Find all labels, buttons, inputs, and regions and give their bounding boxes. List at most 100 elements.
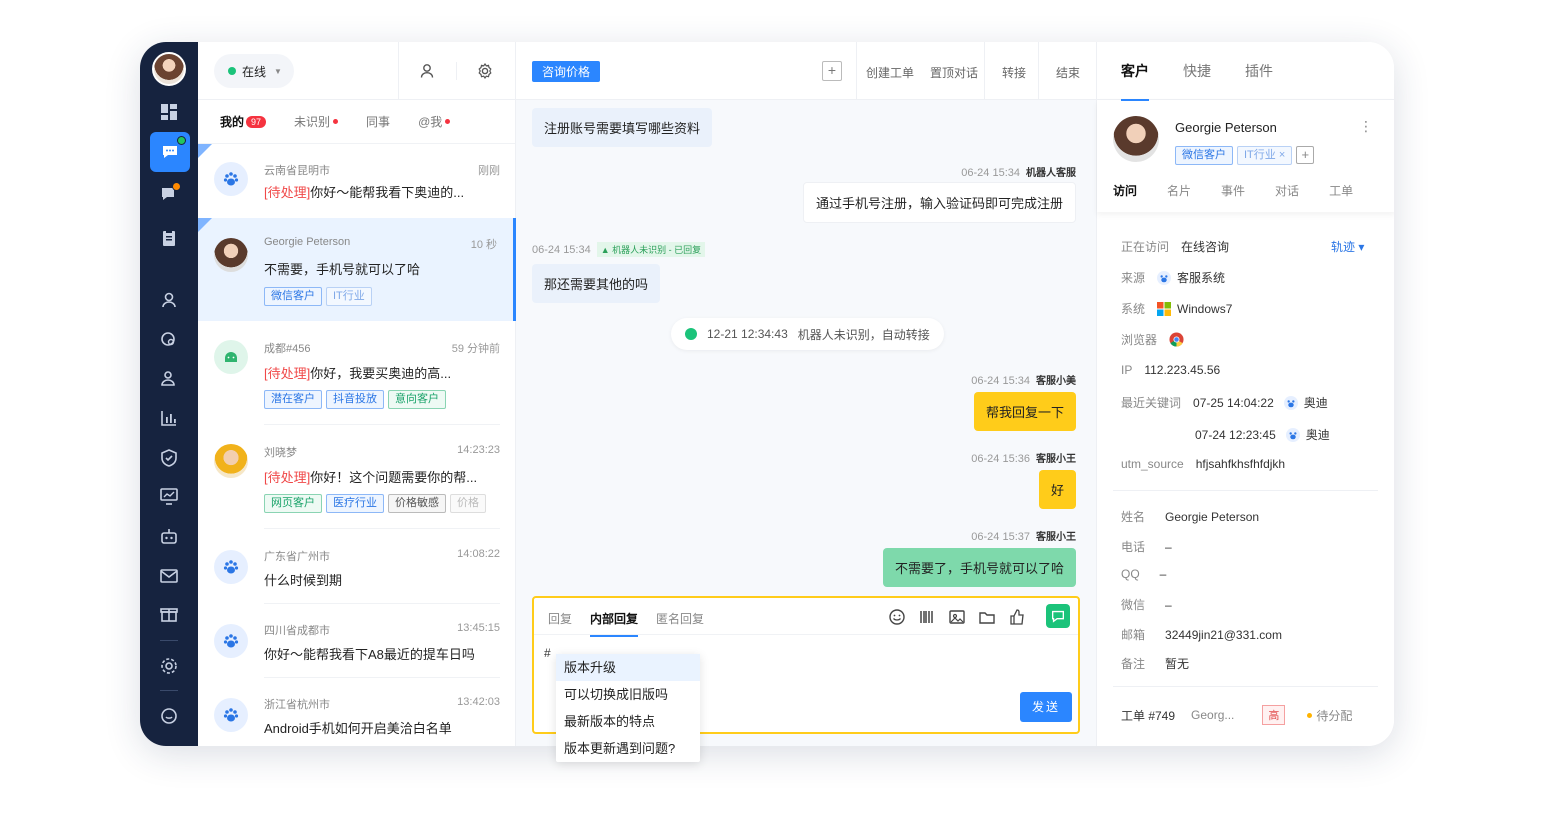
keyword-entry: 07-24 12:23:45 奥迪 xyxy=(1195,426,1330,443)
conversation-item[interactable]: 云南省昆明市 刚刚 [待处理]你好～能帮我看下奥迪的... xyxy=(198,144,516,218)
status-dropdown[interactable]: 在线 ▼ xyxy=(214,54,294,88)
thumbs-up-icon[interactable] xyxy=(1008,608,1026,626)
transfer-button[interactable]: 转接 xyxy=(1002,64,1026,81)
tab-anonymous-reply[interactable]: 匿名回复 xyxy=(656,610,704,637)
profile-name[interactable]: Georgie Peterson xyxy=(1165,510,1259,524)
suggestion-item[interactable]: 最新版本的特点 xyxy=(556,708,700,735)
settings-icon[interactable] xyxy=(476,62,494,80)
add-tag-button[interactable]: + xyxy=(1296,146,1315,164)
info-label: 浏览器 xyxy=(1121,333,1158,347)
ticket-row[interactable]: 工单 #749 Georg... 高 待分配 xyxy=(1121,705,1352,725)
message-alert-icon[interactable] xyxy=(153,178,185,210)
tab-reply[interactable]: 回复 xyxy=(548,610,572,637)
reply-input[interactable]: # xyxy=(544,646,551,660)
header-divider xyxy=(1038,42,1039,100)
keyword-row: 最近关键词 07-25 14:04:22 奥迪 xyxy=(1121,394,1328,411)
tab-conversations[interactable]: 对话 xyxy=(1275,182,1299,199)
tab-tickets[interactable]: 工单 xyxy=(1329,182,1353,199)
tab-plugins[interactable]: 插件 xyxy=(1245,61,1273,81)
add-topic-button[interactable]: + xyxy=(822,61,842,81)
chat-search-icon[interactable] xyxy=(153,324,185,356)
more-options-icon[interactable]: ⋮ xyxy=(1359,118,1373,135)
tab-internal-reply[interactable]: 内部回复 xyxy=(590,610,639,637)
barcode-icon[interactable] xyxy=(918,608,936,626)
browser-row: 浏览器 xyxy=(1121,331,1184,348)
track-dropdown[interactable]: 轨迹 ▾ xyxy=(1331,238,1364,255)
tab-label: 未识别 xyxy=(294,115,331,129)
quick-reply-icon[interactable] xyxy=(1046,604,1070,628)
tab-customer[interactable]: 客户 xyxy=(1121,61,1149,101)
mail-icon[interactable] xyxy=(153,560,185,592)
image-icon[interactable] xyxy=(948,608,966,626)
customer-tag[interactable]: 医疗行业 xyxy=(326,494,384,513)
message-text: 你好！这个问题需要你的帮... xyxy=(310,470,478,485)
suggestion-item[interactable]: 版本升级 xyxy=(556,654,700,681)
customer-tag[interactable]: 潜在客户 xyxy=(264,390,322,409)
dashboard-icon[interactable] xyxy=(153,96,185,128)
tab-mine[interactable]: 我的 97 xyxy=(220,113,267,130)
visiting-page-link[interactable]: 在线咨询 xyxy=(1181,238,1229,255)
visitor-name: Georgie Peterson xyxy=(264,236,351,248)
profile-email[interactable]: 32449jin21@331.com xyxy=(1165,628,1282,642)
tab-mentions[interactable]: @我 xyxy=(418,113,451,130)
send-button[interactable]: 发送 xyxy=(1020,692,1072,722)
conversation-list-panel: 在线 ▼ 我的 97 未识别 同事 @我 云南省昆明市 刚刚 [待处理]你好～能… xyxy=(198,42,516,746)
tab-visit[interactable]: 访问 xyxy=(1113,182,1137,199)
robot-icon[interactable] xyxy=(153,520,185,552)
suggestion-item[interactable]: 版本更新遇到问题? xyxy=(556,735,700,762)
agent-avatar[interactable] xyxy=(152,52,186,86)
user-icon[interactable] xyxy=(153,284,185,316)
customer-tag[interactable]: 微信客户 xyxy=(1175,146,1233,165)
tab-card[interactable]: 名片 xyxy=(1167,182,1191,199)
feedback-icon[interactable] xyxy=(153,700,185,732)
profile-phone[interactable]: – xyxy=(1165,540,1172,554)
suggestion-item[interactable]: 可以切换成旧版吗 xyxy=(556,681,700,708)
customer-tag[interactable]: IT行业 × xyxy=(1237,146,1293,165)
tab-shortcuts[interactable]: 快捷 xyxy=(1183,61,1211,81)
emoji-icon[interactable] xyxy=(888,608,906,626)
user-icon[interactable] xyxy=(418,62,436,80)
profile-wechat[interactable]: – xyxy=(1165,598,1172,612)
shield-icon[interactable] xyxy=(153,442,185,474)
settings-icon[interactable] xyxy=(153,650,185,682)
red-dot xyxy=(333,119,339,124)
clipboard-icon[interactable] xyxy=(153,222,185,254)
profile-qq[interactable]: – xyxy=(1160,567,1167,581)
conversation-item-selected[interactable]: Georgie Peterson 10 秒 不需要，手机号就可以了哈 微信客户 … xyxy=(198,218,516,321)
customer-tag[interactable]: 意向客户 xyxy=(388,390,446,409)
customer-name: Georgie Peterson xyxy=(1175,120,1277,135)
conversation-item[interactable]: 广东省广州市 14:08:22 什么时候到期 xyxy=(198,530,516,604)
keyword-row: 07-24 12:23:45 奥迪 xyxy=(1195,426,1330,443)
tab-unrecognized[interactable]: 未识别 xyxy=(294,113,339,130)
create-ticket-button[interactable]: 创建工单 xyxy=(866,64,914,81)
message-time: 06-24 15:36 xyxy=(971,453,1030,465)
folder-icon[interactable] xyxy=(978,608,996,626)
customer-tag[interactable]: 微信客户 xyxy=(264,287,322,306)
toolbar-divider xyxy=(456,62,457,80)
conversation-item[interactable]: 四川省成都市 13:45:15 你好～能帮我看下A8最近的提车日吗 xyxy=(198,604,516,678)
internal-message: 帮我回复一下 xyxy=(973,392,1076,431)
gift-icon[interactable] xyxy=(153,598,185,630)
customer-tag[interactable]: 网页客户 xyxy=(264,494,322,513)
tab-colleagues[interactable]: 同事 xyxy=(366,113,390,130)
chat-icon[interactable] xyxy=(150,132,190,172)
customer-avatar xyxy=(214,444,248,478)
message-text: Android手机如何开启美洽白名单 xyxy=(264,721,452,736)
pin-conversation-button[interactable]: 置顶对话 xyxy=(930,64,978,81)
end-conversation-button[interactable]: 结束 xyxy=(1056,64,1080,81)
customer-tag[interactable]: 价格敏感 xyxy=(388,494,446,513)
customer-tag[interactable]: IT行业 xyxy=(326,287,372,306)
customer-tag[interactable]: 抖音投放 xyxy=(326,390,384,409)
conversation-item[interactable]: 刘晓梦 14:23:23 [待处理]你好！这个问题需要你的帮... 网页客户 医… xyxy=(198,426,516,529)
bar-chart-icon[interactable] xyxy=(153,402,185,434)
conversation-item[interactable]: 成都#456 59 分钟前 [待处理]你好，我要买奥迪的高... 潜在客户 抖音… xyxy=(198,322,516,425)
conversation-item[interactable]: 浙江省杭州市 13:42:03 Android手机如何开启美洽白名单 xyxy=(198,678,516,746)
tab-events[interactable]: 事件 xyxy=(1221,182,1245,199)
topic-tag[interactable]: 咨询价格 xyxy=(532,61,601,82)
unread-corner-marker xyxy=(198,144,212,158)
monitor-chart-icon[interactable] xyxy=(153,480,185,512)
profile-name-row: 姓名 Georgie Peterson xyxy=(1121,508,1259,525)
profile-note[interactable]: 暂无 xyxy=(1165,655,1189,672)
contacts-icon[interactable] xyxy=(153,362,185,394)
customer-tag[interactable]: 价格 xyxy=(450,494,486,513)
